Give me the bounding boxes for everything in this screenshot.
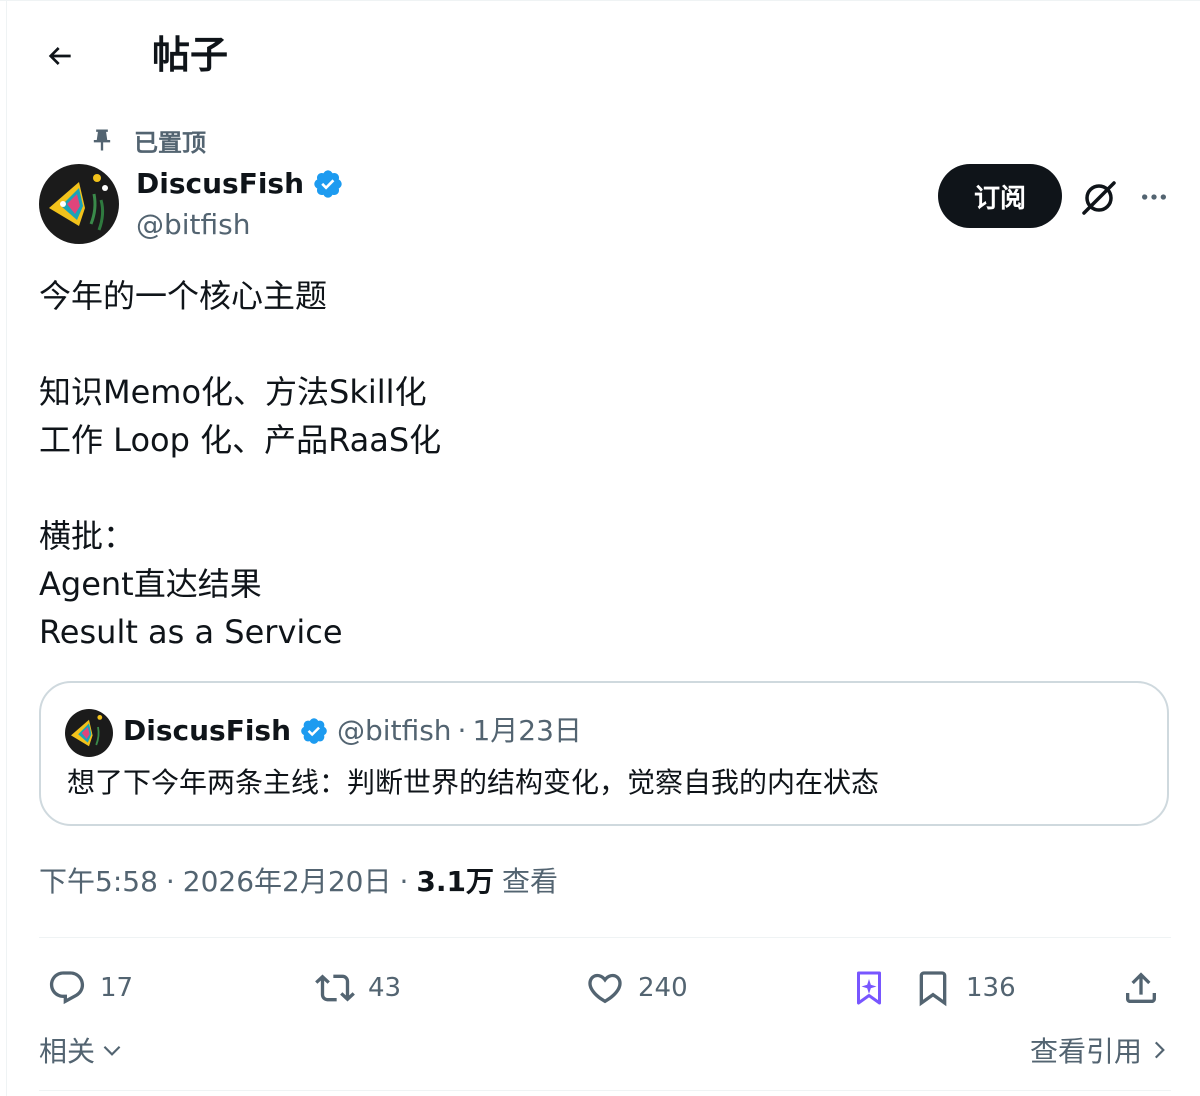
pin-icon (93, 129, 111, 151)
tweet-time[interactable]: 下午5:58 (39, 862, 158, 902)
repost-icon (312, 965, 358, 1011)
frame-left-border (6, 0, 7, 1096)
views-count: 3.1万 (416, 865, 495, 898)
quote-text: 想了下今年两条主线：判断世界的结构变化，觉察自我的内在状态 (67, 766, 880, 799)
fish-avatar-image (39, 164, 119, 244)
quote-author-name: DiscusFish (123, 714, 292, 747)
tweet-date[interactable]: 2026年2月20日 (183, 862, 392, 902)
grok-button[interactable] (1076, 174, 1122, 220)
chevron-down-icon (103, 1045, 121, 1056)
reply-icon (44, 965, 90, 1011)
pinned-label: 已置顶 (134, 128, 206, 157)
like-count: 240 (638, 973, 688, 1003)
grok-icon (1082, 181, 1116, 215)
views-label: 查看 (502, 865, 559, 898)
author-avatar[interactable] (39, 164, 119, 244)
tweet-metadata: 下午5:58 · 2026年2月20日 · 3.1万 查看 (39, 862, 558, 902)
share-button[interactable] (1118, 962, 1164, 1014)
author-name-row: DiscusFish (136, 164, 344, 204)
related-dropdown[interactable]: 相关 (39, 1030, 125, 1070)
divider (39, 937, 1171, 938)
like-button[interactable]: 240 (582, 962, 688, 1014)
bookmark-button[interactable]: 136 (910, 962, 1016, 1014)
page-title: 帖子 (152, 33, 229, 77)
tweet-text: 今年的一个核心主题 知识Memo化、方法Skill化 工作 Loop 化、产品R… (39, 277, 442, 651)
bookmark-count: 136 (966, 973, 1016, 1003)
quote-date: 1月23日 (472, 714, 582, 747)
grok-sparkle-icon (846, 965, 892, 1011)
verified-badge-icon[interactable] (312, 168, 344, 200)
share-icon (1118, 965, 1164, 1011)
grok-analyze-button[interactable] (846, 962, 892, 1014)
reply-button[interactable]: 17 (44, 962, 133, 1014)
meta-separator: · (165, 865, 175, 898)
view-quotes-link[interactable]: 查看引用 (1030, 1030, 1172, 1070)
quote-author-handle: @bitfish (337, 714, 452, 747)
author-handle[interactable]: @bitfish (136, 205, 251, 245)
divider (39, 1090, 1171, 1091)
ellipsis-icon (1142, 194, 1166, 200)
reply-count: 17 (100, 973, 134, 1003)
view-quotes-label: 查看引用 (1030, 1035, 1143, 1068)
author-name[interactable]: DiscusFish (136, 164, 304, 204)
page-header: 帖子 (0, 0, 1200, 110)
quote-author-avatar (65, 709, 113, 757)
more-options-button[interactable] (1132, 174, 1176, 220)
quote-meta: @bitfish · 1月23日 (337, 711, 582, 751)
fish-avatar-image (65, 709, 113, 757)
related-label: 相关 (39, 1035, 96, 1068)
pinned-indicator: 已置顶 (88, 122, 206, 158)
arrow-left-icon (48, 47, 71, 65)
verified-badge-icon (301, 718, 327, 744)
meta-separator: · (399, 865, 409, 898)
quote-header: DiscusFish @bitfish · 1月23日 (123, 711, 582, 751)
back-button[interactable] (36, 34, 84, 78)
repost-button[interactable]: 43 (312, 962, 401, 1014)
bookmark-icon (910, 965, 956, 1011)
quoted-tweet[interactable]: DiscusFish @bitfish · 1月23日 想了下今年两条主线：判断… (39, 681, 1169, 826)
chevron-right-icon (1154, 1041, 1165, 1059)
repost-count: 43 (368, 973, 402, 1003)
heart-icon (582, 965, 628, 1011)
quote-separator: · (457, 714, 467, 747)
subscribe-button[interactable]: 订阅 (938, 164, 1062, 228)
